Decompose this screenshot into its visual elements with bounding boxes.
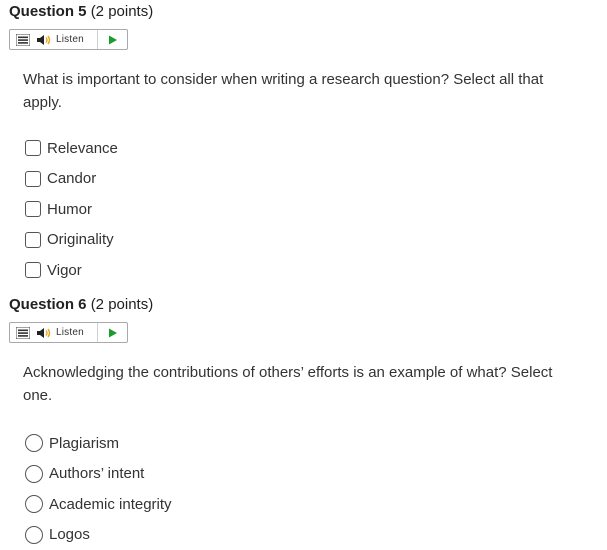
option-label: Relevance: [47, 140, 118, 157]
option-radio[interactable]: [25, 526, 43, 544]
question-label: Question 5: [9, 3, 87, 20]
option-checkbox[interactable]: [25, 140, 41, 156]
option-checkbox[interactable]: [25, 201, 41, 217]
question-6: Question 6 (2 points) Listen Ackn: [9, 296, 599, 550]
play-icon: [108, 35, 118, 45]
listen-menu-button[interactable]: [10, 323, 35, 342]
question-5: Question 5 (2 points) Listen What: [9, 3, 599, 286]
option-plagiarism[interactable]: Plagiarism: [25, 428, 599, 459]
play-button[interactable]: [98, 30, 127, 49]
option-label: Candor: [47, 170, 96, 187]
option-label: Authors’ intent: [49, 465, 144, 482]
listen-label: Listen: [56, 327, 84, 338]
option-label: Plagiarism: [49, 435, 119, 452]
option-academic-integrity[interactable]: Academic integrity: [25, 489, 599, 520]
play-icon: [108, 328, 118, 338]
option-label: Vigor: [47, 262, 82, 279]
answer-options: Plagiarism Authors’ intent Academic inte…: [25, 428, 599, 550]
option-logos[interactable]: Logos: [25, 520, 599, 550]
listen-button[interactable]: Listen: [35, 323, 98, 342]
question-prompt: What is important to consider when writi…: [23, 68, 583, 114]
option-authors-intent[interactable]: Authors’ intent: [25, 459, 599, 490]
question-heading: Question 5 (2 points): [9, 3, 599, 21]
answer-options: Relevance Candor Humor Originality Vigor: [25, 133, 599, 286]
question-points: (2 points): [91, 296, 154, 313]
listen-toolbar: Listen: [9, 29, 128, 50]
play-button[interactable]: [98, 323, 127, 342]
speaker-icon: [36, 327, 54, 339]
menu-lines-icon: [16, 34, 30, 46]
question-heading: Question 6 (2 points): [9, 296, 599, 314]
question-label: Question 6: [9, 296, 87, 313]
option-candor[interactable]: Candor: [25, 164, 599, 195]
option-radio[interactable]: [25, 434, 43, 452]
option-radio[interactable]: [25, 495, 43, 513]
speaker-icon: [36, 34, 54, 46]
option-label: Originality: [47, 231, 114, 248]
listen-button[interactable]: Listen: [35, 30, 98, 49]
listen-toolbar: Listen: [9, 322, 128, 343]
option-radio[interactable]: [25, 465, 43, 483]
option-vigor[interactable]: Vigor: [25, 255, 599, 286]
option-label: Humor: [47, 201, 92, 218]
listen-menu-button[interactable]: [10, 30, 35, 49]
option-checkbox[interactable]: [25, 262, 41, 278]
question-prompt: Acknowledging the contributions of other…: [23, 361, 583, 407]
option-humor[interactable]: Humor: [25, 194, 599, 225]
listen-label: Listen: [56, 34, 84, 45]
menu-lines-icon: [16, 327, 30, 339]
option-checkbox[interactable]: [25, 171, 41, 187]
option-relevance[interactable]: Relevance: [25, 133, 599, 164]
option-checkbox[interactable]: [25, 232, 41, 248]
option-originality[interactable]: Originality: [25, 225, 599, 256]
option-label: Academic integrity: [49, 496, 172, 513]
question-points: (2 points): [91, 3, 154, 20]
